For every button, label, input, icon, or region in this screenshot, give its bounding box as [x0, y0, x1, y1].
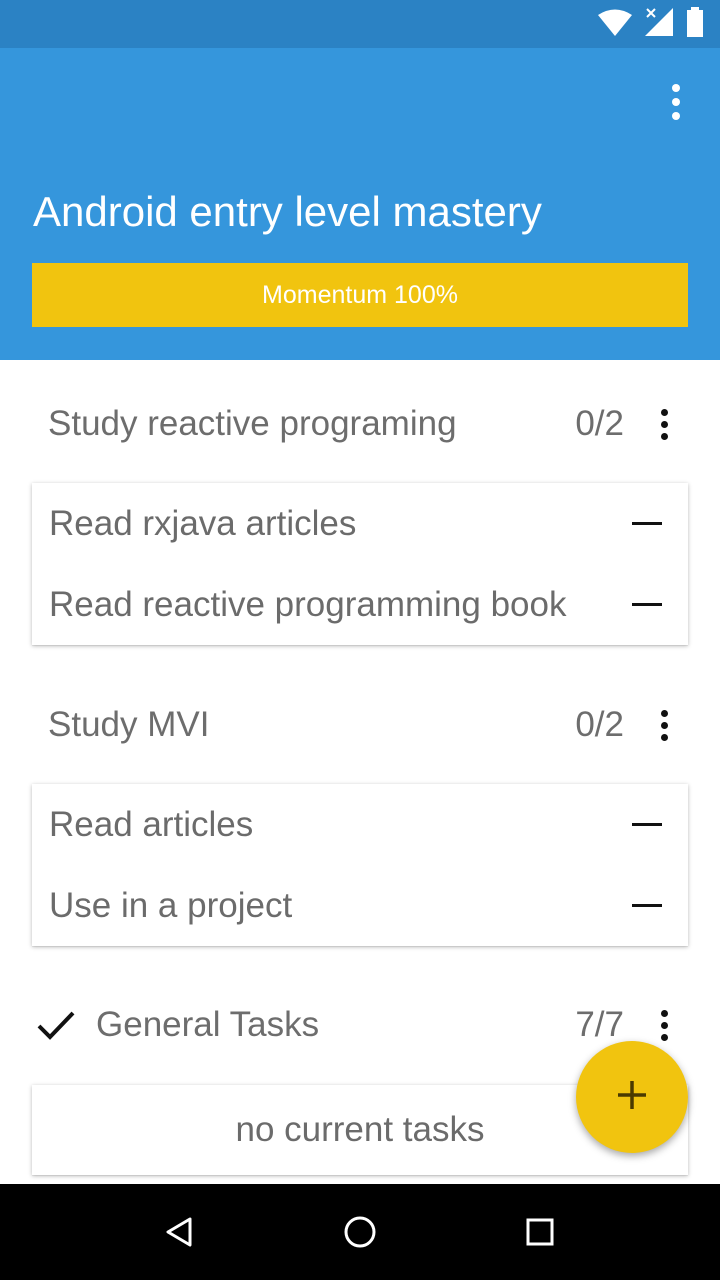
remove-task-icon[interactable]	[632, 603, 662, 606]
goal-header: Android entry level mastery Momentum 100…	[0, 48, 720, 360]
add-button[interactable]	[576, 1041, 688, 1153]
section-more-options-icon[interactable]	[648, 1005, 680, 1045]
navigation-bar	[0, 1184, 720, 1280]
back-icon[interactable]	[156, 1208, 204, 1256]
more-options-icon[interactable]	[660, 82, 692, 122]
task-item[interactable]: Read articles	[32, 784, 688, 865]
task-label: Use in a project	[49, 885, 293, 925]
task-item[interactable]: Read reactive programming book	[32, 564, 688, 645]
task-label: Read articles	[49, 804, 254, 844]
section-header: Study MVI 0/2	[0, 675, 720, 775]
plus-icon	[616, 1079, 648, 1116]
momentum-label: Momentum 100%	[262, 280, 458, 309]
task-card: Read articles Use in a project	[32, 784, 688, 946]
wifi-icon	[598, 8, 632, 41]
section-header: Study reactive programing 0/2	[0, 374, 720, 474]
section-title: Study reactive programing	[48, 404, 457, 443]
status-icons	[598, 6, 704, 42]
section-title: General Tasks	[96, 1005, 320, 1044]
task-item[interactable]: Use in a project	[32, 865, 688, 946]
section-title: Study MVI	[48, 705, 210, 744]
task-item[interactable]: Read rxjava articles	[32, 483, 688, 564]
battery-icon	[686, 6, 704, 42]
section-count: 0/2	[575, 404, 624, 443]
status-bar	[0, 0, 720, 48]
task-card: Read rxjava articles Read reactive progr…	[32, 483, 688, 645]
task-label: Read reactive programming book	[49, 584, 567, 624]
remove-task-icon[interactable]	[632, 823, 662, 826]
section-count: 0/2	[575, 705, 624, 744]
momentum-bar: Momentum 100%	[32, 263, 688, 327]
task-label: Read rxjava articles	[49, 503, 357, 543]
remove-task-icon[interactable]	[632, 522, 662, 525]
section-more-options-icon[interactable]	[648, 404, 680, 444]
goal-title: Android entry level mastery	[33, 188, 542, 235]
section-more-options-icon[interactable]	[648, 705, 680, 745]
home-icon[interactable]	[336, 1208, 384, 1256]
checkmark-icon	[36, 975, 76, 1075]
remove-task-icon[interactable]	[632, 904, 662, 907]
recents-icon[interactable]	[516, 1208, 564, 1256]
signal-icon	[644, 7, 674, 42]
